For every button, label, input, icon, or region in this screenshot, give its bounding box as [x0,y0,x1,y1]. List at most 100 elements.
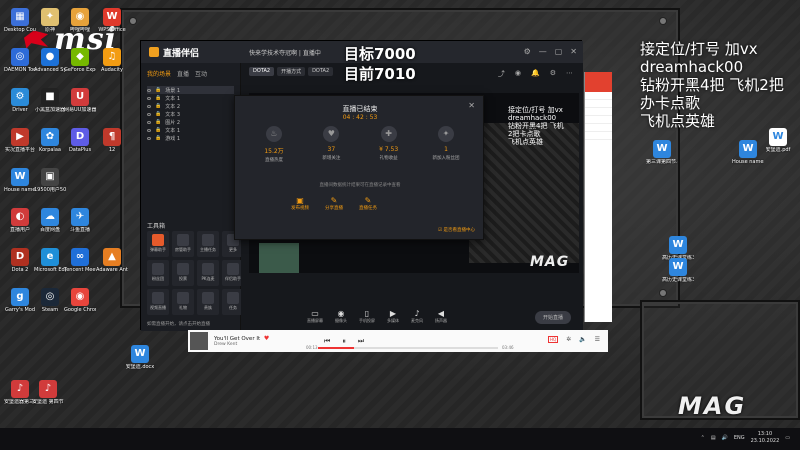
more-icon[interactable]: ⋯ [566,69,573,79]
source-row[interactable]: 🔒 文本 2 [147,102,234,110]
desktop-icon[interactable]: ✿ Korpalaa [34,128,66,153]
dialog-action-button[interactable]: ✎ 直播任务 [359,196,377,211]
desktop-icon[interactable]: ■ 小黑盒加速器 [34,88,66,113]
desktop-icon[interactable]: D DataPlus [64,128,96,153]
source-row[interactable]: 🔒 文本 3 [147,110,234,118]
sidebar-tab[interactable]: 互动 [195,69,207,78]
lock-icon[interactable]: 🔒 [155,87,161,93]
desktop-icon[interactable]: D Dota 2 [4,248,36,273]
source-add-button[interactable]: ▭ 直播屏幕 [307,309,323,324]
share-icon[interactable]: ⤴ [498,69,505,79]
lock-icon[interactable]: 🔒 [155,135,161,141]
effect-icon[interactable]: ✲ [566,336,571,343]
desktop-icon[interactable]: ⚙ Driver [4,88,36,113]
lock-icon[interactable]: 🔒 [155,103,161,109]
scene-tab[interactable]: DOTA2 [308,67,334,76]
toolbox-item[interactable]: 视频直播 [147,289,169,315]
playlist-icon[interactable]: ☰ [595,336,600,343]
source-add-button[interactable]: ▯ 手机投屏 [359,309,375,324]
taskbar-clock[interactable]: 13:10 23.10.2022 [751,431,780,445]
desktop-icon[interactable]: W House names [732,140,764,165]
desktop-icon[interactable]: U 网易UU加速器 [64,88,96,113]
desktop-icon[interactable]: W House names [4,168,36,193]
desktop-icon[interactable]: g Garry's Mod [4,288,36,313]
settings-icon[interactable]: ⚙ [524,47,531,56]
toolbox-item[interactable]: 房管助手 [172,231,194,257]
source-row[interactable]: 🔒 场景 1 [147,86,234,94]
eye-icon[interactable] [147,120,151,124]
network-icon[interactable]: ▤ [711,435,716,441]
chevron-up-icon[interactable]: ⌃ [701,435,705,441]
heart-icon[interactable]: ♥ [264,335,269,342]
eye-icon[interactable] [147,112,151,116]
eye-icon[interactable] [147,128,151,132]
dialog-action-button[interactable]: ✎ 分享直播 [325,196,343,211]
desktop-icon[interactable]: W 安堡遗.docx [124,345,156,370]
toolbox-item[interactable]: 粉丝团 [147,260,169,286]
partial-right-window[interactable] [584,72,612,322]
desktop-icon[interactable]: W 安堡遗.pdf [762,128,794,153]
progress-bar[interactable] [318,347,498,349]
desktop-icon[interactable]: W WPS Office [96,8,128,33]
source-row[interactable]: 🔒 文本 1 [147,94,234,102]
toolbox-item[interactable]: 贵族 [197,289,219,315]
toolbox-item[interactable]: 主播任务 [197,231,219,257]
eye-icon[interactable] [147,136,151,140]
desktop-icon[interactable]: ✦ 原神 [34,8,66,33]
desktop-icon[interactable]: ◎DAEMON Tools Lite [4,48,36,73]
minimize-icon[interactable]: — [539,47,547,56]
lock-icon[interactable]: 🔒 [155,111,161,117]
toolbox-item[interactable]: 弹幕助手 [147,231,169,257]
source-row[interactable]: 🔒 文本 1 [147,126,234,134]
language-indicator[interactable]: ENG [734,435,745,441]
desktop-icon[interactable]: ◉ 哔哩哔哩 [64,8,96,33]
desktop-icon[interactable]: ▣19500用户5006857 [34,168,66,193]
source-add-button[interactable]: ◉ 摄像头 [335,309,347,324]
desktop-icon[interactable]: W第三课第四节.docx [646,140,678,165]
close-icon[interactable]: ✕ [468,101,475,110]
track-artist[interactable]: Drew Kent [214,342,284,347]
source-add-button[interactable]: ♪ 麦克风 [411,309,423,324]
lock-icon[interactable]: 🔒 [155,127,161,133]
notification-icon[interactable]: 🔔 [531,69,540,79]
desktop-icon[interactable]: ☁ 百度网盘 [34,208,66,233]
desktop-icon[interactable]: ▦Desktop Countdo... [4,8,36,33]
desktop-icon[interactable]: ¶ 12 [96,128,128,153]
source-row[interactable]: 🔒 图片 2 [147,118,234,126]
stream-title[interactable]: 快来学技术夺冠啊 | 直播中 [249,48,321,57]
toolbox-item[interactable]: 投票 [172,260,194,286]
sidebar-tab[interactable]: 直播 [177,69,189,78]
desktop-icon[interactable]: ◎ Steam [34,288,66,313]
settings-icon[interactable]: ⚙ [550,69,556,79]
volume-icon[interactable]: 🔈 [579,336,586,343]
eye-icon[interactable] [147,96,151,100]
toolbox-item[interactable]: PK连麦 [197,260,219,286]
desktop-icon[interactable]: ∞Tencent Meeting [64,248,96,273]
desktop-icon[interactable]: ◐ 直播用户 [4,208,36,233]
track-title[interactable]: You'll Get Over It ♥ [214,335,284,342]
previous-track-icon[interactable]: ⏮ [324,337,330,346]
desktop-icon[interactable]: ●Advanced SystemCare [34,48,66,73]
dialog-action-button[interactable]: ▣ 发布视频 [291,196,309,211]
pause-icon[interactable]: ⏸ [342,337,346,346]
maximize-icon[interactable]: ▢ [555,47,563,56]
desktop-icon[interactable]: ✈ 斗鱼直播 [64,208,96,233]
notification-icon[interactable]: ▭ [785,435,790,441]
desktop-icon[interactable]: ♪安堡遗 第四节.mp3 [32,380,64,405]
eye-icon[interactable] [147,104,151,108]
close-icon[interactable]: ✕ [570,47,577,56]
desktop-icon[interactable]: W高历史课堂练习.docx [662,258,694,283]
desktop-icon[interactable]: ♫ Audacity [96,48,128,73]
start-live-button[interactable]: 开始直播 [534,311,571,324]
sidebar-tab[interactable]: 我的场景 [147,69,171,78]
lock-icon[interactable]: 🔒 [155,95,161,101]
source-add-button[interactable]: ◀ 扬声器 [435,309,447,324]
record-icon[interactable]: ◉ [515,69,521,79]
next-track-icon[interactable]: ⏭ [358,337,364,346]
eye-icon[interactable] [147,88,151,92]
volume-icon[interactable]: 🔊 [722,435,728,441]
source-row[interactable]: 🔒 游戏 1 [147,134,234,142]
source-add-button[interactable]: ▶ 多媒体 [387,309,399,324]
album-cover[interactable] [190,332,208,350]
lock-icon[interactable]: 🔒 [155,119,161,125]
